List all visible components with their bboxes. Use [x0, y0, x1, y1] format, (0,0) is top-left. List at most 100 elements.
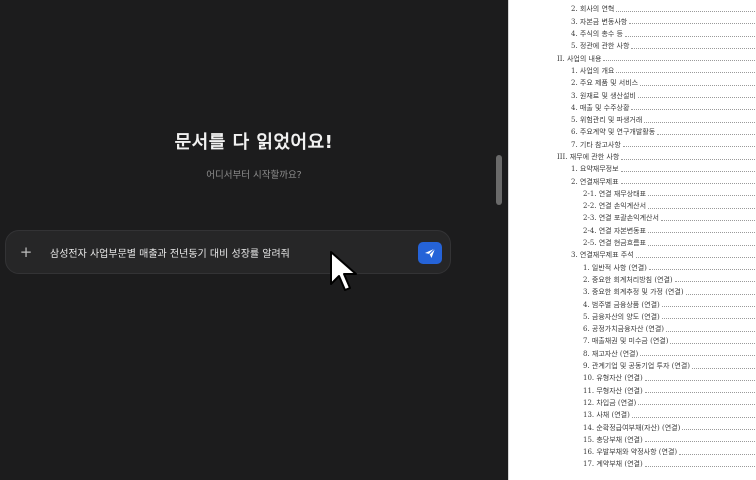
- toc-item[interactable]: III. 재무에 관한 사항: [509, 151, 756, 163]
- toc-item-label: 14. 순확정급여부채(자산) (연결): [583, 423, 681, 432]
- toc-item[interactable]: 16. 우발부채와 약정사항 (연결): [509, 446, 756, 458]
- toc-item[interactable]: 14. 순확정급여부채(자산) (연결): [509, 421, 756, 433]
- toc-item[interactable]: II. 사업의 내용: [509, 52, 756, 64]
- toc-item[interactable]: 5. 정관에 관한 사항: [509, 40, 756, 52]
- toc-item[interactable]: 7. 매출채권 및 미수금 (연결): [509, 335, 756, 347]
- toc-item-label: 4. 범주별 금융상품 (연결): [583, 300, 660, 309]
- toc-leader-dots: [622, 146, 756, 148]
- send-icon: [425, 248, 436, 258]
- toc-item-label: 10. 유형자산 (연결): [583, 374, 643, 383]
- toc-item[interactable]: 13. 사채 (연결): [509, 409, 756, 421]
- toc-item-label: 2-3. 연결 포괄손익계산서: [583, 214, 659, 223]
- chat-pane: 문서를 다 읽었어요! 어디서부터 시작할까요? + 삼성전자 사업부문별 매출…: [0, 0, 508, 480]
- toc-item[interactable]: 2. 회사의 연혁: [509, 3, 756, 15]
- toc-item[interactable]: 15. 충당부채 (연결): [509, 434, 756, 446]
- toc-item[interactable]: 4. 주식의 총수 등: [509, 28, 756, 40]
- toc-item[interactable]: 3. 원재료 및 생산설비: [509, 89, 756, 101]
- toc-item-label: 2-2. 연결 손익계산서: [583, 202, 647, 211]
- toc-leader-dots: [648, 195, 756, 197]
- toc-item-label: 1. 사업의 개요: [571, 66, 615, 75]
- toc-leader-dots: [621, 158, 756, 160]
- toc-leader-dots: [638, 404, 756, 406]
- toc-item[interactable]: 3. 연결재무제표 주석: [509, 249, 756, 261]
- toc-item[interactable]: 11. 무형자산 (연결): [509, 385, 756, 397]
- toc-item[interactable]: 17. 계약부채 (연결): [509, 458, 756, 470]
- add-attachment-button[interactable]: +: [16, 242, 36, 262]
- toc-leader-dots: [616, 72, 756, 74]
- mouse-pointer-icon: [330, 251, 357, 291]
- toc-item[interactable]: 2-3. 연결 포괄손익계산서: [509, 212, 756, 224]
- toc-leader-dots: [640, 355, 756, 357]
- toc-item[interactable]: 2-4. 연결 자본변동표: [509, 225, 756, 237]
- toc-item[interactable]: 3. 중요한 회계추정 및 가정 (연결): [509, 286, 756, 298]
- toc-item[interactable]: 12. 차입금 (연결): [509, 397, 756, 409]
- toc-item[interactable]: 9. 관계기업 및 공동기업 투자 (연결): [509, 360, 756, 372]
- toc-item-label: 3. 원재료 및 생산설비: [571, 91, 636, 100]
- toc-item[interactable]: 3. 자본금 변동사항: [509, 16, 756, 28]
- toc-item-label: 3. 자본금 변동사항: [571, 17, 628, 26]
- toc-leader-dots: [648, 232, 756, 234]
- toc-leader-dots: [644, 121, 756, 123]
- toc-item-label: 1. 요약재무정보: [571, 165, 619, 174]
- toc-item-label: 6. 공정가치금융자산 (연결): [583, 325, 664, 334]
- toc-item-label: 2. 중요한 회계처리방침 (연결): [583, 275, 673, 284]
- toc-leader-dots: [631, 109, 756, 111]
- toc-leader-dots: [670, 342, 756, 344]
- scrollbar[interactable]: [496, 155, 502, 205]
- toc-leader-dots: [603, 60, 756, 62]
- send-button[interactable]: [418, 242, 442, 264]
- toc-leader-dots: [682, 429, 756, 431]
- toc-leader-dots: [666, 330, 756, 332]
- toc-leader-dots: [660, 219, 756, 221]
- toc-item[interactable]: 2. 주요 제품 및 서비스: [509, 77, 756, 89]
- toc-leader-dots: [661, 306, 756, 308]
- toc-item[interactable]: 1. 요약재무정보: [509, 163, 756, 175]
- toc-leader-dots: [679, 453, 756, 455]
- document-viewer[interactable]: 1. 회사의 개요 2. 회사의 연혁 3. 자본금 변동사항 4. 주식의 총수 등…: [508, 0, 756, 480]
- toc-item-label: 2-1. 연결 재무상태표: [583, 189, 647, 198]
- toc-item-label: 17. 계약부채 (연결): [583, 460, 643, 469]
- toc-item[interactable]: 2-5. 연결 현금흐름표: [509, 237, 756, 249]
- toc-item-label: 16. 우발부채와 약정사항 (연결): [583, 448, 678, 457]
- toc-leader-dots: [644, 379, 756, 381]
- toc-item-label: 3. 중요한 회계추정 및 가정 (연결): [583, 288, 684, 297]
- toc-item[interactable]: 1. 사업의 개요: [509, 65, 756, 77]
- toc-leader-dots: [631, 416, 756, 418]
- toc-item-label: 5. 금융자산의 양도 (연결): [583, 312, 660, 321]
- chat-subtitle: 어디서부터 시작할까요?: [206, 170, 302, 181]
- toc-item[interactable]: 2. 중요한 회계처리방침 (연결): [509, 274, 756, 286]
- toc-leader-dots: [620, 170, 756, 172]
- toc-leader-dots: [631, 47, 756, 49]
- toc-leader-dots: [674, 281, 756, 283]
- toc-item[interactable]: 6. 공정가치금융자산 (연결): [509, 323, 756, 335]
- toc-item[interactable]: 8. 재고자산 (연결): [509, 348, 756, 360]
- chat-input-field[interactable]: 삼성전자 사업부문별 매출과 전년동기 대비 성장률 알려줘: [50, 245, 290, 260]
- toc-item-label: 2. 회사의 연혁: [571, 5, 615, 14]
- toc-item[interactable]: 2-2. 연결 손익계산서: [509, 200, 756, 212]
- toc-item[interactable]: 5. 위험관리 및 파생거래: [509, 114, 756, 126]
- toc-item-label: 12. 차입금 (연결): [583, 398, 637, 407]
- toc-leader-dots: [637, 97, 756, 99]
- table-of-contents: 1. 회사의 개요 2. 회사의 연혁 3. 자본금 변동사항 4. 주식의 총수 등…: [509, 0, 756, 471]
- toc-item[interactable]: 1. 일반적 사항 (연결): [509, 262, 756, 274]
- toc-item[interactable]: 2. 연결재무제표: [509, 175, 756, 187]
- toc-item[interactable]: 2-1. 연결 재무상태표: [509, 188, 756, 200]
- toc-item[interactable]: 10. 유형자산 (연결): [509, 372, 756, 384]
- toc-item-label: 11. 무형자산 (연결): [583, 386, 643, 395]
- toc-leader-dots: [625, 35, 756, 37]
- chat-input-box[interactable]: + 삼성전자 사업부문별 매출과 전년동기 대비 성장률 알려줘: [5, 230, 451, 274]
- toc-item-label: 4. 주식의 총수 등: [571, 30, 623, 39]
- toc-leader-dots: [685, 293, 756, 295]
- toc-item[interactable]: 7. 기타 참고사항: [509, 139, 756, 151]
- toc-item-label: III. 재무에 관한 사항: [557, 153, 620, 161]
- toc-item-label: 3. 연결재무제표 주석: [571, 251, 634, 260]
- toc-item[interactable]: 5. 금융자산의 양도 (연결): [509, 311, 756, 323]
- toc-item[interactable]: 4. 매출 및 수주상황: [509, 102, 756, 114]
- toc-item-label: 6. 주요계약 및 연구개발활동: [571, 128, 656, 137]
- toc-leader-dots: [629, 23, 756, 25]
- toc-item[interactable]: 6. 주요계약 및 연구개발활동: [509, 126, 756, 138]
- toc-item[interactable]: 4. 범주별 금융상품 (연결): [509, 298, 756, 310]
- toc-item-label: 13. 사채 (연결): [583, 411, 630, 420]
- toc-item-label: 15. 충당부채 (연결): [583, 435, 643, 444]
- toc-item-label: 5. 위험관리 및 파생거래: [571, 116, 643, 125]
